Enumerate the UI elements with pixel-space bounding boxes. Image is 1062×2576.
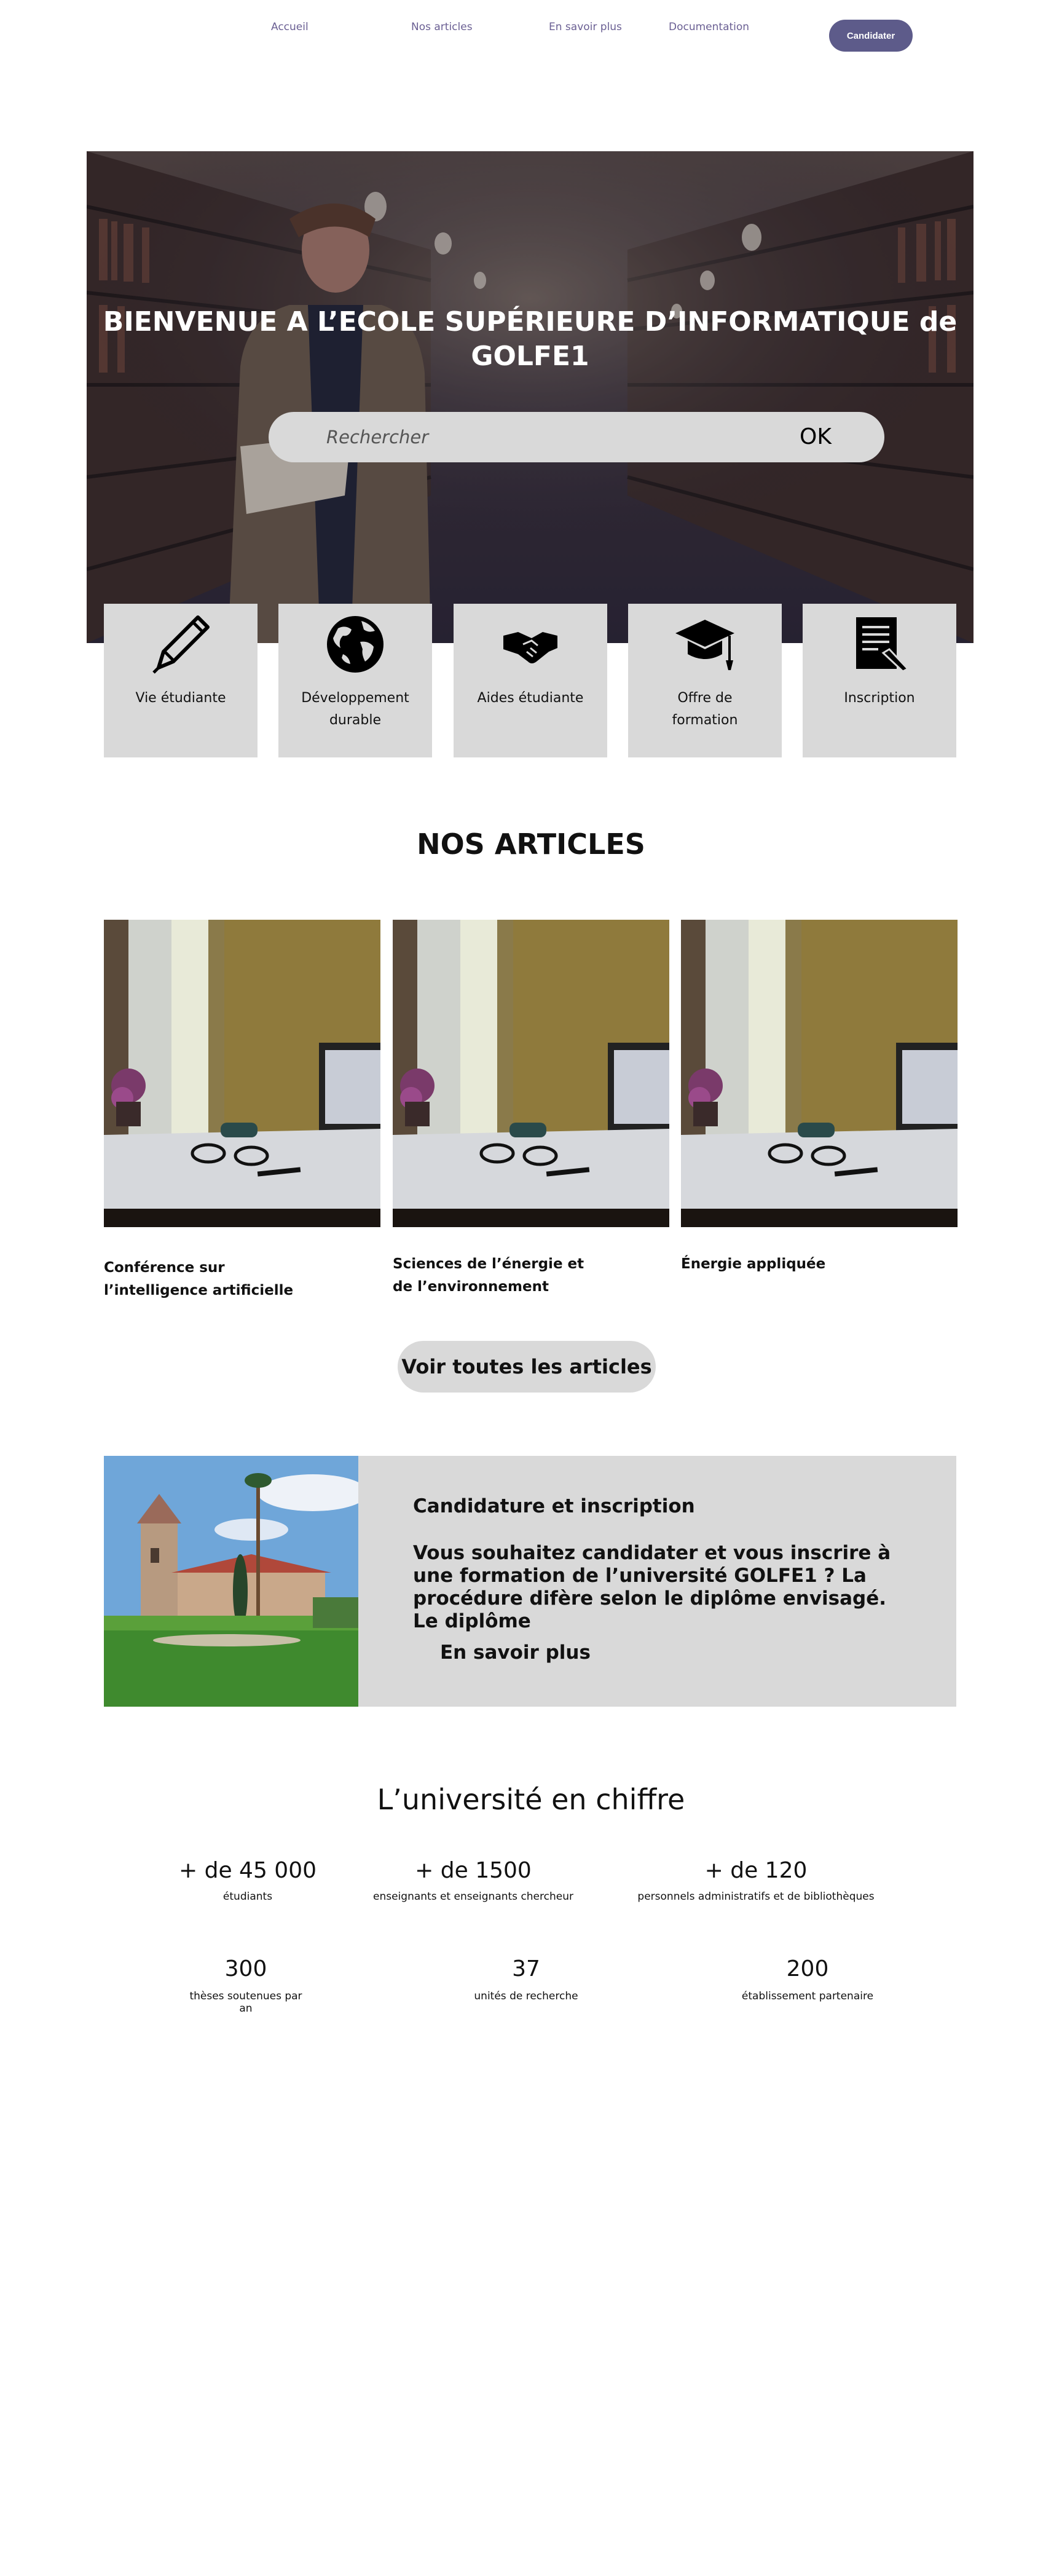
- search-bar: OK: [269, 412, 884, 462]
- document-edit-icon: [848, 612, 911, 676]
- articles-heading: NOS ARTICLES: [417, 828, 645, 861]
- stat-value: 37: [512, 1956, 540, 1981]
- hero-banner: BIENVENUE A L’ECOLE SUPÉRIEURE D’INFORMA…: [87, 151, 974, 643]
- nav-link-documentation[interactable]: Documentation: [669, 21, 749, 33]
- stat-label: unités de recherche: [474, 1990, 578, 2002]
- candidature-more-link[interactable]: En savoir plus: [440, 1642, 591, 1664]
- stat-label: étudiants: [222, 1891, 273, 1903]
- hero-title-line2: GOLFE1: [471, 341, 589, 372]
- article-title[interactable]: Énergie appliquée: [681, 1253, 884, 1276]
- candidature-title: Candidature et inscription: [413, 1495, 695, 1517]
- article-image[interactable]: [681, 920, 958, 1227]
- article-title[interactable]: Conférence sur l’intelligence artificiel…: [104, 1257, 307, 1302]
- nav-link-articles[interactable]: Nos articles: [411, 21, 473, 33]
- nav-link-en-savoir-plus[interactable]: En savoir plus: [549, 21, 622, 33]
- stat-value: + de 45 000: [178, 1858, 317, 1883]
- stat-value: 200: [786, 1956, 829, 1981]
- globe-icon: [323, 612, 387, 676]
- search-ok-button[interactable]: OK: [800, 424, 832, 449]
- quick-card-developpement-durable[interactable]: Développement durable: [278, 604, 432, 757]
- stat-value: + de 120: [704, 1858, 808, 1883]
- candidature-text: Vous souhaitez candidater et vous inscri…: [413, 1542, 891, 1632]
- article-title[interactable]: Sciences de l’énergie et de l’environnem…: [393, 1253, 596, 1298]
- quick-card-aides-etudiante[interactable]: Aides étudiante: [454, 604, 607, 757]
- search-input[interactable]: [326, 427, 793, 448]
- quick-card-vie-etudiante[interactable]: Vie étudiante: [104, 604, 258, 757]
- nav-link-accueil[interactable]: Accueil: [271, 21, 309, 33]
- hero-library-image: [87, 151, 974, 643]
- quick-card-label: Inscription: [844, 690, 915, 706]
- campus-image: [104, 1456, 358, 1707]
- article-image[interactable]: [104, 920, 380, 1227]
- stat-label: établissement partenaire: [741, 1990, 874, 2002]
- candidature-section: Candidature et inscription Vous souhaite…: [104, 1456, 956, 1707]
- quick-card-offre-formation[interactable]: Offre de formation: [628, 604, 782, 757]
- quick-card-label: Développement durable: [301, 690, 409, 728]
- hero-title-line1: BIENVENUE A L’ECOLE SUPÉRIEURE D’INFORMA…: [103, 306, 958, 338]
- article-image[interactable]: [393, 920, 669, 1227]
- stat-value: 300: [224, 1956, 267, 1981]
- candidater-button[interactable]: Candidater: [829, 20, 913, 52]
- pen-icon: [149, 612, 213, 676]
- view-all-articles-button[interactable]: Voir toutes les articles: [398, 1341, 656, 1393]
- stats-heading: L’université en chiffre: [377, 1783, 685, 1816]
- stat-label: personnels administratifs et de biblioth…: [637, 1891, 875, 1903]
- handshake-icon: [498, 612, 562, 676]
- stat-label: enseignants et enseignants chercheur: [373, 1891, 573, 1903]
- quick-card-inscription[interactable]: Inscription: [803, 604, 956, 757]
- quick-card-label: Vie étudiante: [135, 690, 226, 706]
- quick-card-label: Offre de formation: [672, 690, 738, 728]
- graduation-cap-icon: [673, 612, 737, 676]
- hero-title: BIENVENUE A L’ECOLE SUPÉRIEURE D’INFORMA…: [87, 305, 974, 374]
- stat-value: + de 1500: [415, 1858, 532, 1883]
- quick-card-label: Aides étudiante: [477, 690, 584, 706]
- stat-label: thèses soutenues par an: [189, 1990, 302, 2015]
